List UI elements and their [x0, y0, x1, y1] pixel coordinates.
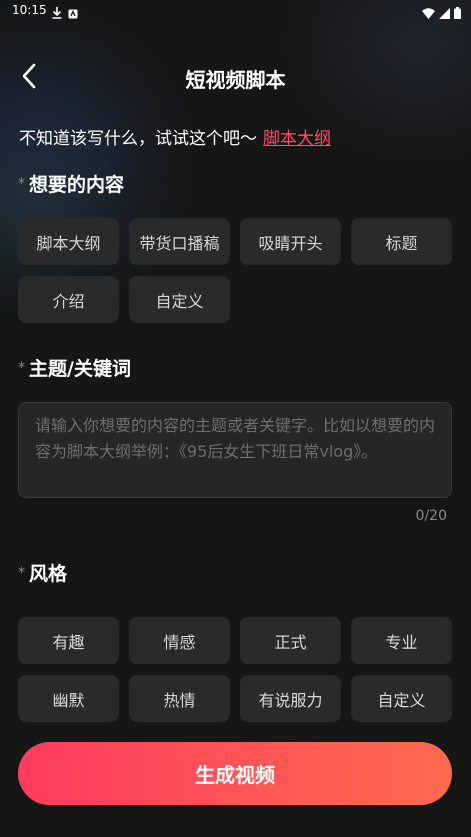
style-chip[interactable]: 有趣	[18, 617, 119, 664]
char-count: 0/20	[415, 508, 447, 524]
style-chip[interactable]: 有说服力	[240, 675, 341, 722]
status-icons-right	[422, 4, 461, 23]
style-chip[interactable]: 幽默	[18, 675, 119, 722]
generate-video-button[interactable]: 生成视频	[18, 742, 452, 805]
hint-row: 不知道该写什么，试试这个吧～ 脚本大纲	[19, 124, 331, 149]
style-chip[interactable]: 专业	[351, 617, 452, 664]
battery-icon	[454, 4, 461, 23]
content-chip[interactable]: 自定义	[129, 276, 230, 323]
required-asterisk-icon: *	[18, 564, 25, 581]
status-bar: 10:15	[0, 0, 471, 22]
content-section-title: 想要的内容	[29, 174, 125, 196]
content-chip[interactable]: 吸睛开头	[240, 218, 341, 265]
topic-section-title: 主题/关键词	[29, 358, 131, 380]
style-section-title: 风格	[29, 563, 68, 585]
header: 短视频脚本	[0, 56, 471, 100]
style-chip[interactable]: 情感	[129, 617, 230, 664]
topic-input[interactable]	[19, 403, 451, 497]
content-chip[interactable]: 标题	[351, 218, 452, 265]
signal-icon	[439, 4, 450, 23]
style-chip[interactable]: 正式	[240, 617, 341, 664]
content-chip[interactable]: 带货口播稿	[129, 218, 230, 265]
page-title: 短视频脚本	[185, 68, 286, 92]
status-time: 10:15	[12, 3, 47, 17]
required-asterisk-icon: *	[18, 175, 25, 192]
content-section-label: * 想要的内容	[18, 170, 124, 197]
content-chip[interactable]: 脚本大纲	[18, 218, 119, 265]
style-chip[interactable]: 热情	[129, 675, 230, 722]
content-chip-grid: 脚本大纲 带货口播稿 吸睛开头 标题 介绍 自定义	[18, 218, 454, 323]
app-notification-icon	[68, 4, 78, 23]
style-chip[interactable]: 自定义	[351, 675, 452, 722]
topic-section-label: * 主题/关键词	[18, 354, 131, 381]
style-chip-grid: 有趣 情感 正式 专业 幽默 热情 有说服力 自定义	[18, 617, 454, 722]
hint-text: 不知道该写什么，试试这个吧～	[19, 129, 257, 149]
status-icons-left	[52, 4, 78, 23]
style-section-label: * 风格	[18, 559, 67, 586]
topic-field	[18, 402, 452, 498]
content-chip[interactable]: 介绍	[18, 276, 119, 323]
download-icon	[52, 4, 62, 23]
wifi-icon	[422, 4, 435, 23]
script-outline-link[interactable]: 脚本大纲	[263, 129, 331, 149]
required-asterisk-icon: *	[18, 359, 25, 376]
